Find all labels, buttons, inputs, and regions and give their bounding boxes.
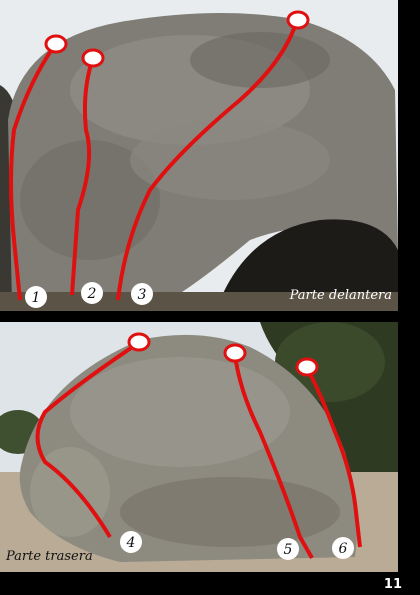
page-number: 11: [383, 577, 402, 592]
route-2-top-marker: [81, 48, 105, 68]
route-5-top-marker: [223, 343, 247, 363]
front-boulder-photo: 1 2 3 Parte delantera: [0, 0, 398, 311]
back-boulder-photo: 4 5 6 Parte trasera: [0, 322, 398, 572]
back-boulder-illustration: 4 5 6: [0, 322, 398, 572]
route-4-number: 4: [126, 535, 136, 551]
front-boulder-illustration: 1 2 3: [0, 0, 398, 311]
route-1-number: 1: [32, 290, 41, 306]
route-3-top-marker: [286, 10, 310, 30]
route-6-top-marker: [295, 357, 319, 377]
route-2-number: 2: [87, 286, 97, 302]
route-4-top-marker: [127, 332, 151, 352]
route-1-top-marker: [44, 34, 68, 54]
route-6-number: 6: [339, 541, 348, 557]
route-3-number: 3: [138, 287, 147, 303]
back-caption: Parte trasera: [6, 549, 93, 564]
route-5-number: 5: [284, 542, 293, 558]
front-caption: Parte delantera: [289, 288, 392, 303]
